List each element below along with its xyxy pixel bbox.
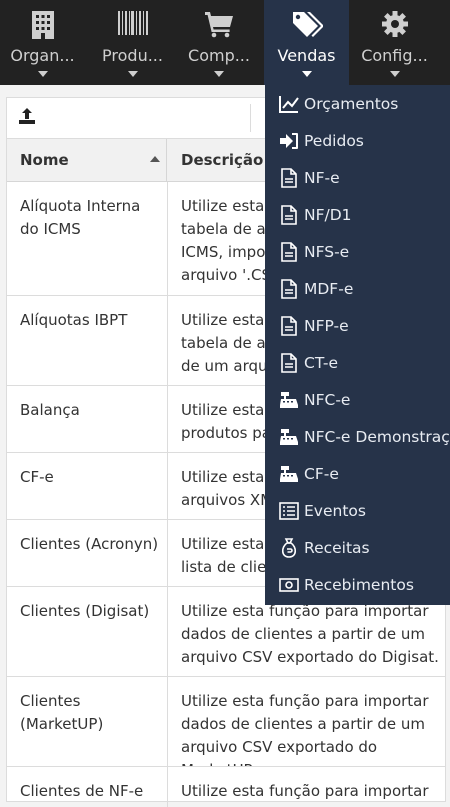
menu-item-label: NFC-e Demonstração bbox=[304, 428, 450, 446]
nav-label: Produ... bbox=[102, 46, 163, 65]
menu-item-nfpe[interactable]: NFP-e bbox=[265, 308, 450, 345]
menu-item-label: Eventos bbox=[304, 502, 366, 520]
table-row[interactable]: Clientes de NF-e Utilize esta função par… bbox=[7, 767, 445, 807]
document-icon bbox=[279, 168, 299, 188]
menu-item-nfse[interactable]: NFS-e bbox=[265, 234, 450, 271]
cell-name: Clientes (Acronyn) bbox=[7, 520, 168, 586]
chevron-down-icon bbox=[37, 71, 48, 77]
chevron-down-icon bbox=[301, 71, 312, 77]
sign-in-icon bbox=[279, 131, 299, 151]
menu-item-recebimentos[interactable]: Recebimentos bbox=[265, 567, 450, 604]
toolbar-divider bbox=[250, 104, 251, 132]
document-icon bbox=[279, 316, 299, 336]
cash-register-icon bbox=[279, 464, 299, 484]
top-nav-bar: Organ... Produ... Comp... Vendas Config.… bbox=[0, 0, 450, 85]
document-icon bbox=[279, 205, 299, 225]
nav-label: Config... bbox=[361, 46, 428, 65]
menu-item-label: NFP-e bbox=[304, 317, 349, 335]
nav-label: Organ... bbox=[10, 46, 75, 65]
vendas-dropdown-menu: Orçamentos Pedidos NF-e NF/D1 NFS-e MDF-… bbox=[265, 85, 450, 605]
menu-item-label: CT-e bbox=[304, 354, 338, 372]
menu-item-label: Receitas bbox=[304, 539, 370, 557]
chevron-down-icon bbox=[389, 71, 400, 77]
document-icon bbox=[279, 353, 299, 373]
table-row[interactable]: Clientes (MarketUP) Utilize esta função … bbox=[7, 677, 445, 767]
menu-item-nfe[interactable]: NF-e bbox=[265, 160, 450, 197]
barcode-icon bbox=[90, 10, 175, 42]
chevron-down-icon bbox=[214, 71, 224, 77]
menu-item-label: NFS-e bbox=[304, 243, 350, 261]
upload-icon bbox=[18, 107, 36, 129]
sort-ascending-icon bbox=[150, 156, 160, 162]
menu-item-label: Recebimentos bbox=[304, 576, 414, 594]
building-icon bbox=[0, 10, 85, 42]
menu-item-label: CF-e bbox=[304, 465, 339, 483]
money-bill-icon bbox=[279, 575, 299, 595]
column-header-label: Nome bbox=[20, 151, 69, 169]
money-bag-icon bbox=[279, 538, 299, 558]
cell-description: Utilize esta função para importar dados … bbox=[181, 692, 429, 766]
chevron-down-icon bbox=[127, 71, 138, 77]
line-chart-icon bbox=[279, 94, 299, 114]
cell-name: Clientes de NF-e bbox=[7, 767, 168, 807]
nav-vendas[interactable]: Vendas bbox=[264, 0, 349, 85]
nav-compras[interactable]: Comp... bbox=[175, 0, 263, 85]
cell-name: CF-e bbox=[7, 453, 168, 519]
cart-icon bbox=[175, 10, 263, 42]
nav-configuracoes[interactable]: Config... bbox=[352, 0, 437, 85]
cash-register-icon bbox=[279, 427, 299, 447]
nav-label: Vendas bbox=[277, 46, 336, 65]
menu-item-label: Pedidos bbox=[304, 132, 364, 150]
menu-item-label: MDF-e bbox=[304, 280, 354, 298]
menu-item-nfce-demonstracao[interactable]: NFC-e Demonstração bbox=[265, 419, 450, 456]
cash-register-icon bbox=[279, 390, 299, 410]
menu-item-nfd1[interactable]: NF/D1 bbox=[265, 197, 450, 234]
upload-button[interactable] bbox=[7, 98, 47, 138]
menu-item-eventos[interactable]: Eventos bbox=[265, 493, 450, 530]
cell-description: Utilize esta função para importar dados bbox=[181, 782, 429, 807]
menu-item-mdfe[interactable]: MDF-e bbox=[265, 271, 450, 308]
menu-item-label: NF/D1 bbox=[304, 206, 352, 224]
column-header-label: Descrição bbox=[181, 151, 264, 169]
cell-name: Balança bbox=[7, 386, 168, 452]
menu-item-receitas[interactable]: Receitas bbox=[265, 530, 450, 567]
menu-item-pedidos[interactable]: Pedidos bbox=[265, 123, 450, 160]
menu-item-label: Orçamentos bbox=[304, 95, 399, 113]
cell-name: Alíquota Interna do ICMS bbox=[7, 182, 168, 295]
nav-label: Comp... bbox=[188, 46, 250, 65]
gear-icon bbox=[352, 10, 437, 42]
cell-name: Alíquotas IBPT bbox=[7, 296, 168, 385]
menu-item-label: NFC-e bbox=[304, 391, 351, 409]
document-icon bbox=[279, 279, 299, 299]
list-icon bbox=[279, 501, 299, 521]
document-icon bbox=[279, 242, 299, 262]
menu-item-cte[interactable]: CT-e bbox=[265, 345, 450, 382]
column-header-name[interactable]: Nome bbox=[7, 139, 167, 181]
nav-organizacao[interactable]: Organ... bbox=[0, 0, 85, 85]
nav-produtos[interactable]: Produ... bbox=[90, 0, 175, 85]
tags-icon bbox=[264, 10, 349, 42]
cell-name: Clientes (MarketUP) bbox=[7, 677, 168, 766]
menu-item-orcamentos[interactable]: Orçamentos bbox=[265, 86, 450, 123]
menu-item-cfe[interactable]: CF-e bbox=[265, 456, 450, 493]
cell-name: Clientes (Digisat) bbox=[7, 587, 168, 676]
menu-item-nfce[interactable]: NFC-e bbox=[265, 382, 450, 419]
menu-item-label: NF-e bbox=[304, 169, 340, 187]
